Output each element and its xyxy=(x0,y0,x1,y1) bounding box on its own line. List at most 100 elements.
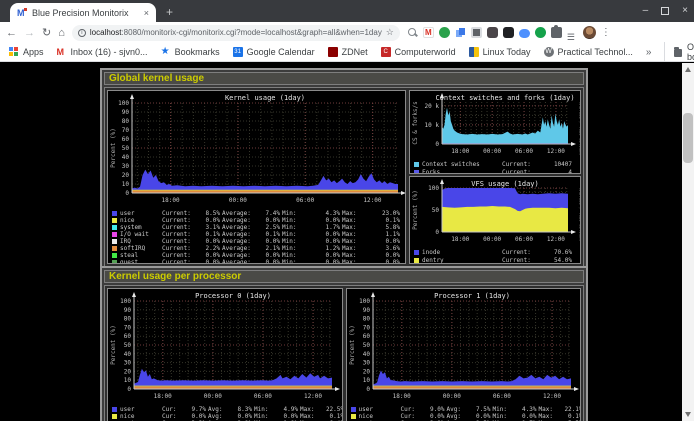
window-close-button[interactable]: × xyxy=(682,6,688,16)
bookmark-linux-today[interactable]: Linux Today xyxy=(469,47,531,57)
new-tab-button[interactable]: + xyxy=(166,4,173,20)
svg-text:30: 30 xyxy=(362,360,370,367)
svg-text:Percent (%): Percent (%) xyxy=(110,128,117,168)
svg-text:06:00: 06:00 xyxy=(296,197,314,204)
svg-text:06:00: 06:00 xyxy=(515,148,533,155)
scrollbar-down-icon[interactable] xyxy=(685,412,691,417)
home-icon[interactable]: ⌂ xyxy=(58,23,65,43)
svg-text:30: 30 xyxy=(124,360,132,367)
svg-text:80: 80 xyxy=(122,118,130,125)
context-switches-forks-chart[interactable]: Context switches and forks (1day)010 k20… xyxy=(409,90,581,174)
other-bookmarks-button[interactable]: Other bookmarks xyxy=(664,42,694,62)
svg-text:RRDTOOL / TOBI OETIKER: RRDTOOL / TOBI OETIKER xyxy=(581,301,582,355)
bookmark-apps[interactable]: Apps xyxy=(9,47,44,57)
window-minimize-button[interactable]: – xyxy=(643,6,649,16)
apps-grid-icon xyxy=(9,47,19,57)
svg-text:90: 90 xyxy=(122,109,130,116)
linux-today-icon xyxy=(469,47,479,57)
legend-row: inodeCurrent:70.6% xyxy=(414,248,576,256)
window-maximize-button[interactable] xyxy=(661,7,669,15)
svg-text:60: 60 xyxy=(122,136,130,143)
svg-text:18:00: 18:00 xyxy=(451,236,469,243)
chart-legend: userCur:9.0%Avg:7.5%Min:4.3%Max:22.1%nic… xyxy=(347,406,581,421)
svg-text:00:00: 00:00 xyxy=(483,148,501,155)
svg-text:00:00: 00:00 xyxy=(229,197,247,204)
legend-row: niceCur:0.0%Avg:0.0%Min:0.0%Max:0.1% xyxy=(351,413,577,420)
green-round-extension-icon[interactable] xyxy=(535,27,546,38)
scrollbar-thumb[interactable] xyxy=(683,113,693,163)
search-icon[interactable] xyxy=(407,27,418,38)
bookmark-computerworld[interactable]: CComputerworld xyxy=(381,47,456,57)
kernel-usage-per-processor-body: Processor 0 (1day)0102030405060708090100… xyxy=(104,285,584,421)
forward-icon[interactable]: → xyxy=(24,23,35,43)
svg-text:40: 40 xyxy=(122,154,130,161)
dark-square-extension-icon[interactable] xyxy=(503,27,514,38)
svg-text:20: 20 xyxy=(124,368,132,375)
title-bar: M Blue Precision Monitorix × + – × xyxy=(0,0,694,22)
kernel-usage-chart[interactable]: Kernel usage (1day)010203040506070809010… xyxy=(107,90,406,264)
green-circle-extension-icon[interactable] xyxy=(439,27,450,38)
svg-text:RRDTOOL / TOBI OETIKER: RRDTOOL / TOBI OETIKER xyxy=(578,102,581,155)
gray-square-extension-icon[interactable] xyxy=(471,27,482,38)
wordpress-icon: W xyxy=(544,47,554,57)
bookmark-star-icon[interactable]: ☆ xyxy=(386,27,394,38)
svg-text:50: 50 xyxy=(124,342,132,349)
chart-legend: Context switchesCurrent:10407ForksCurren… xyxy=(410,160,580,174)
legend-row: niceCurrent:0.0%Average:0.0%Min:0.0%Max:… xyxy=(112,217,401,224)
legend-row: stealCurrent:0.0%Average:0.0%Min:0.0%Max… xyxy=(112,252,401,259)
bookmarks-overflow-chevron[interactable]: » xyxy=(646,47,652,58)
vfs-usage-chart[interactable]: VFS usage (1day)05010018:0000:0006:0012:… xyxy=(409,176,581,264)
svg-text:12:00: 12:00 xyxy=(547,236,565,243)
computerworld-icon: C xyxy=(381,47,391,57)
bookmark-zdnet[interactable]: ZDNet xyxy=(328,47,368,57)
copy-pages-extension-icon[interactable] xyxy=(455,27,466,38)
extensions-row: M ⋮ xyxy=(407,26,611,39)
bookmark-practical-technology[interactable]: WPractical Technol... xyxy=(544,47,633,57)
svg-text:18:00: 18:00 xyxy=(392,393,410,400)
svg-text:06:00: 06:00 xyxy=(254,393,272,400)
blue-oval-extension-icon[interactable] xyxy=(519,29,530,38)
svg-text:RRDTOOL / TOBI OETIKER: RRDTOOL / TOBI OETIKER xyxy=(578,188,581,242)
svg-text:0: 0 xyxy=(435,229,439,236)
gmail-extension-icon[interactable]: M xyxy=(423,27,434,38)
page-scrollbar[interactable] xyxy=(682,63,694,421)
svg-text:Percent (%): Percent (%) xyxy=(110,325,117,365)
tune-list-icon[interactable] xyxy=(567,27,578,38)
svg-text:Context switches and forks (1: Context switches and forks (1day) xyxy=(435,94,574,102)
reload-icon[interactable]: ↻ xyxy=(42,23,51,43)
legend-row: guestCurrent:0.0%Average:0.0%Min:0.0%Max… xyxy=(112,259,401,264)
svg-text:60: 60 xyxy=(362,333,370,340)
tab-close-icon[interactable]: × xyxy=(144,8,149,18)
svg-text:18:00: 18:00 xyxy=(154,393,172,400)
extensions-puzzle-icon[interactable] xyxy=(551,27,562,38)
svg-text:90: 90 xyxy=(362,307,370,314)
bookmark-inbox[interactable]: MInbox (16) - sjvn0... xyxy=(57,47,148,57)
svg-text:Percent (%): Percent (%) xyxy=(412,190,419,230)
profile-avatar[interactable] xyxy=(583,26,596,39)
legend-row: userCur:9.0%Avg:7.5%Min:4.3%Max:22.1% xyxy=(351,406,577,413)
section-header-global-kernel-usage: Global kernel usage xyxy=(104,72,584,85)
svg-text:Percent (%): Percent (%) xyxy=(349,325,356,365)
processor-0-chart[interactable]: Processor 0 (1day)0102030405060708090100… xyxy=(107,288,343,421)
svg-text:12:00: 12:00 xyxy=(304,393,322,400)
bookmark-bookmarks[interactable]: ★Bookmarks xyxy=(161,47,220,57)
back-icon[interactable]: ← xyxy=(6,23,17,43)
scrollbar-up-icon[interactable] xyxy=(685,67,691,72)
legend-row: softIRQCurrent:2.2%Average:2.1%Min:1.2%M… xyxy=(112,245,401,252)
svg-text:RRDTOOL / TOBI OETIKER: RRDTOOL / TOBI OETIKER xyxy=(342,301,343,355)
kebab-menu-icon[interactable]: ⋮ xyxy=(601,27,611,38)
address-bar[interactable]: i localhost:8080/monitorix-cgi/monitorix… xyxy=(72,25,400,41)
browser-window: M Blue Precision Monitorix × + – × ← → ↻… xyxy=(0,0,694,421)
zdnet-icon xyxy=(328,47,338,57)
svg-text:0: 0 xyxy=(366,386,370,393)
processor-1-chart[interactable]: Processor 1 (1day)0102030405060708090100… xyxy=(346,288,582,421)
bookmark-google-calendar[interactable]: 31Google Calendar xyxy=(233,47,315,57)
svg-text:0: 0 xyxy=(435,141,439,148)
chart-legend: inodeCurrent:70.6%dentryCurrent:54.0%fil… xyxy=(410,248,580,264)
page-info-icon[interactable]: i xyxy=(78,29,86,37)
svg-text:12:00: 12:00 xyxy=(547,148,565,155)
url-text[interactable]: localhost:8080/monitorix-cgi/monitorix.c… xyxy=(90,28,382,37)
monitorix-favicon-icon: M xyxy=(17,8,27,18)
browser-tab[interactable]: M Blue Precision Monitorix × xyxy=(10,3,156,22)
dark-extension-icon[interactable] xyxy=(487,27,498,38)
